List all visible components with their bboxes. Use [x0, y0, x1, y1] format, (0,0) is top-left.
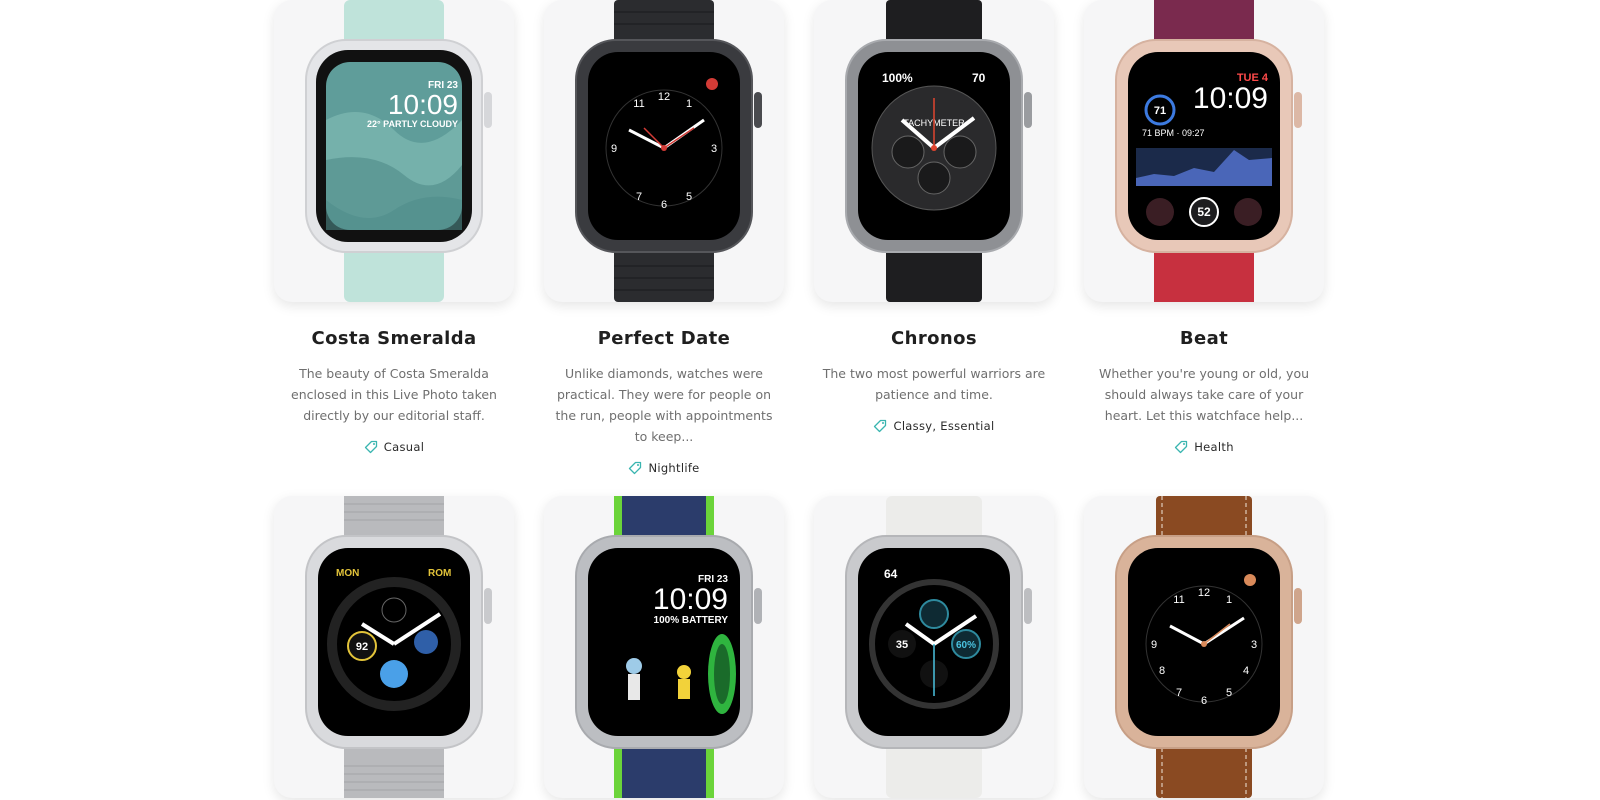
face-heart-rate: 71 BPM · 09:27 [1142, 128, 1205, 138]
digital-crown [1294, 588, 1302, 624]
watchface-card-8[interactable]: 12 6 93 11 1 84 75 [1084, 496, 1324, 798]
svg-text:3: 3 [1251, 639, 1257, 651]
watch-face-text: FRI 23 10:09 100% BATTERY [653, 574, 728, 626]
watchface-card-5[interactable]: MON ROM 92 [274, 496, 514, 798]
card-tags[interactable]: Nightlife [544, 461, 784, 475]
digital-crown [754, 92, 762, 128]
svg-text:12: 12 [1198, 587, 1210, 599]
face-battery: 100% [882, 71, 913, 85]
watch-illustration: MON ROM 92 [305, 496, 492, 798]
svg-text:12: 12 [658, 91, 670, 103]
svg-text:MON: MON [336, 568, 359, 579]
watchface-image[interactable]: 64 35 60% [814, 496, 1054, 798]
tag-icon [628, 461, 642, 475]
face-time: 10:09 [387, 89, 458, 120]
card-title[interactable]: Beat [1084, 328, 1324, 349]
watch-illustration: 64 35 60% [845, 496, 1032, 798]
watch-illustration: 126 93 11 1 75 [575, 0, 762, 302]
svg-text:11: 11 [1173, 594, 1184, 606]
card-title[interactable]: Perfect Date [544, 328, 784, 349]
card-title[interactable]: Costa Smeralda [274, 328, 514, 349]
svg-text:92: 92 [356, 641, 368, 653]
watchface-card-perfect-date[interactable]: 12 6 93 11 1 75 Perfect Date Unlike diamon… [544, 0, 784, 475]
watchface-image[interactable]: FRI 23 10:09 100% BATTERY [544, 496, 784, 798]
watchface-image[interactable]: 71 52 TUE 4 10:09 71 BPM · 09:27 [1084, 0, 1324, 302]
watchface-card-beat[interactable]: 71 52 TUE 4 10:09 71 BPM · 09:27 Beat Wh… [1084, 0, 1324, 454]
watchface-card-6[interactable]: FRI 23 10:09 100% BATTERY [544, 496, 784, 798]
card-description: The beauty of Costa Smeralda enclosed in… [291, 366, 497, 423]
watch-illustration: 71 52 [1115, 0, 1302, 302]
watch-face-text: FRI 23 10:09 22° PARTLY CLOUDY [367, 80, 458, 129]
svg-text:5: 5 [1226, 687, 1232, 699]
card-title[interactable]: Chronos [814, 328, 1054, 349]
svg-text:6: 6 [661, 199, 667, 211]
watchface-image[interactable]: TACHYMETER 100% 70 [814, 0, 1054, 302]
tag-label: Nightlife [648, 461, 700, 475]
face-time: 10:09 [1192, 82, 1268, 115]
card-description: The two most powerful warriors are patie… [822, 366, 1046, 402]
digital-crown [754, 588, 762, 624]
card-tags[interactable]: Casual [274, 440, 514, 454]
watchface-image[interactable]: MON ROM 92 [274, 496, 514, 798]
digital-crown [1294, 92, 1302, 128]
watch-illustration: 126 93 11 1 84 75 [1115, 496, 1302, 798]
digital-crown [1024, 588, 1032, 624]
svg-text:3: 3 [711, 143, 717, 155]
svg-text:8: 8 [1159, 665, 1165, 677]
svg-text:5: 5 [686, 191, 692, 203]
tag-icon [1174, 440, 1188, 454]
card-description: Whether you're young or old, you should … [1098, 366, 1310, 423]
svg-text:6: 6 [1201, 695, 1207, 707]
svg-text:35: 35 [896, 639, 908, 651]
watchface-image[interactable]: 12 6 93 11 1 84 75 [1084, 496, 1324, 798]
card-tags[interactable]: Health [1084, 440, 1324, 454]
watchface-image[interactable]: FRI 23 10:09 22° PARTLY CLOUDY [274, 0, 514, 302]
tag-label: Health [1194, 440, 1234, 454]
tag-label: Classy, Essential [893, 419, 995, 433]
svg-text:1: 1 [1226, 594, 1232, 606]
watchface-card-costa-smeralda[interactable]: FRI 23 10:09 22° PARTLY CLOUDY Costa Sme… [274, 0, 514, 454]
svg-text:11: 11 [633, 98, 644, 110]
svg-text:7: 7 [636, 191, 642, 203]
tag-icon [364, 440, 378, 454]
watch-illustration [575, 496, 762, 798]
svg-text:1: 1 [686, 98, 692, 110]
face-rings: 70 [972, 71, 986, 85]
watchface-card-7[interactable]: 64 35 60% [814, 496, 1054, 798]
card-tags[interactable]: Classy, Essential [814, 419, 1054, 433]
tag-icon [873, 419, 887, 433]
svg-text:ROM: ROM [428, 568, 451, 579]
svg-text:71: 71 [1154, 105, 1166, 117]
watchface-image[interactable]: 12 6 93 11 1 75 [544, 0, 784, 302]
face-weather: 22° PARTLY CLOUDY [367, 119, 458, 129]
watch-illustration: TACHYMETER 100% 70 [845, 0, 1032, 302]
watch-face-text: TUE 4 10:09 [1193, 72, 1268, 114]
digital-crown [484, 92, 492, 128]
svg-text:60%: 60% [956, 640, 976, 651]
svg-text:52: 52 [1197, 205, 1211, 219]
tag-label: Casual [383, 440, 425, 454]
watchface-card-chronos[interactable]: TACHYMETER 100% 70 Chronos The two most … [814, 0, 1054, 433]
svg-text:64: 64 [884, 567, 898, 581]
svg-text:9: 9 [1151, 639, 1157, 651]
card-description: Unlike diamonds, watches were practical.… [555, 366, 773, 444]
watch-illustration [305, 0, 492, 302]
svg-text:4: 4 [1243, 665, 1249, 677]
digital-crown [484, 588, 492, 624]
digital-crown [1024, 92, 1032, 128]
face-time: 10:09 [652, 583, 728, 616]
svg-text:9: 9 [611, 143, 617, 155]
face-battery: 100% BATTERY [653, 615, 728, 626]
svg-text:7: 7 [1176, 687, 1182, 699]
